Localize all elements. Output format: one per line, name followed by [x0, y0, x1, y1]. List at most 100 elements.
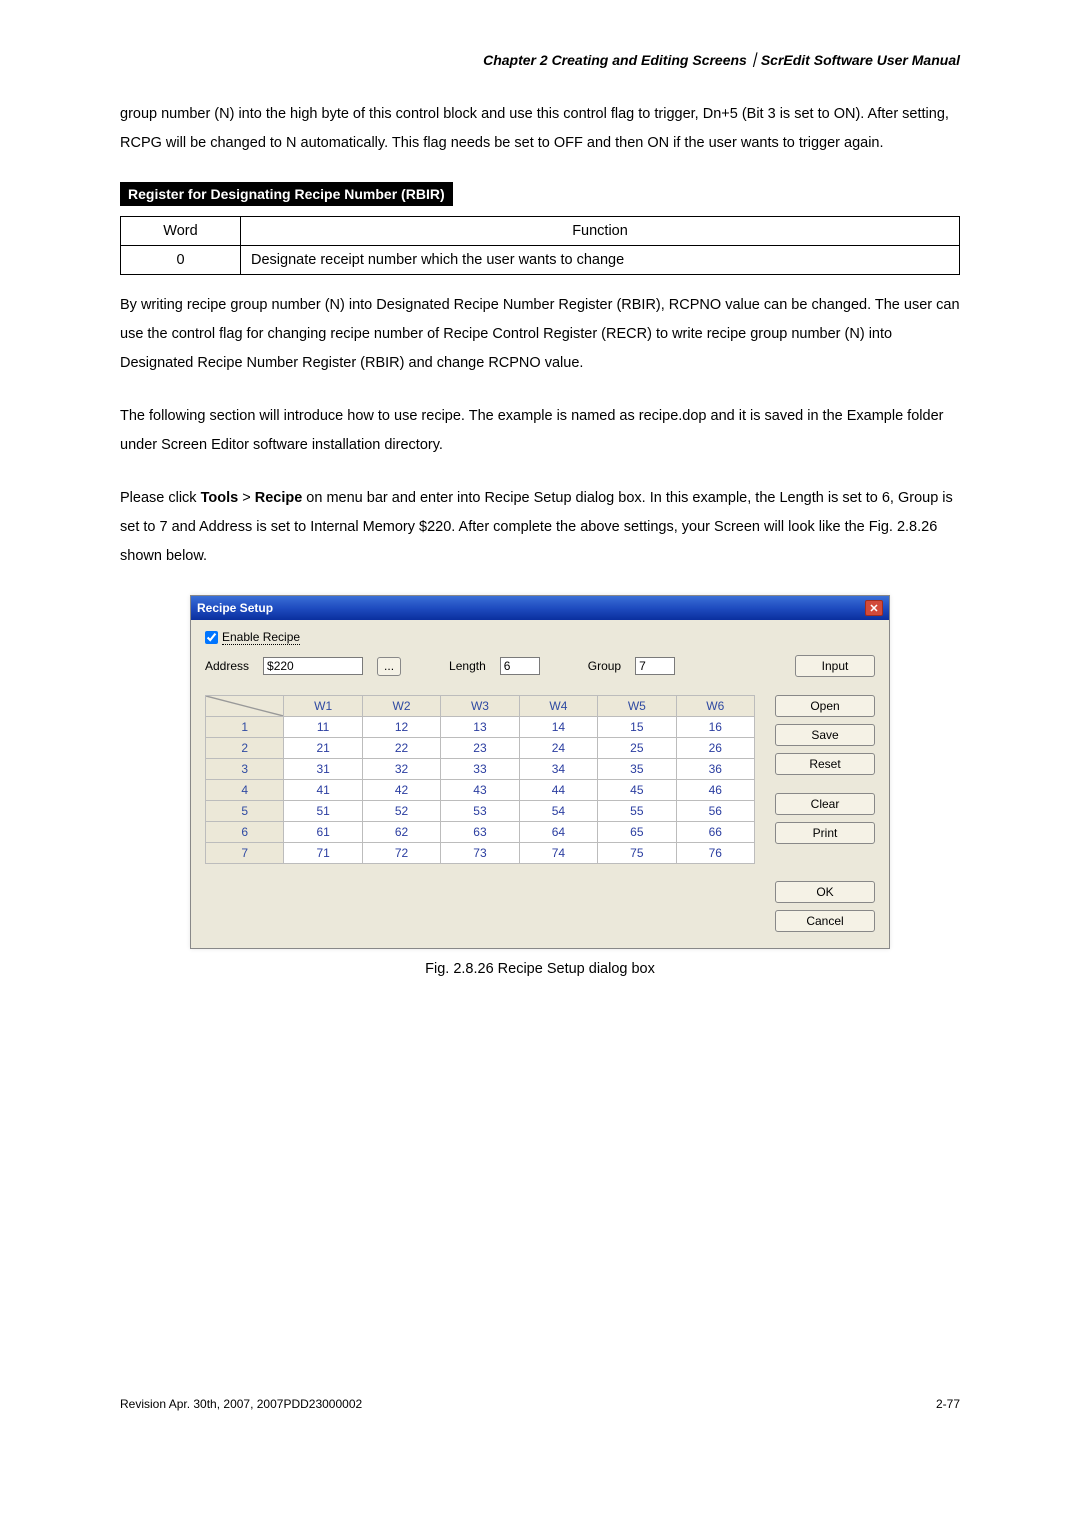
grid-cell[interactable]: 61 [284, 822, 362, 843]
grid-cell[interactable]: 56 [676, 801, 754, 822]
grid-cell[interactable]: 55 [598, 801, 676, 822]
close-button[interactable]: ✕ [865, 600, 883, 616]
grid-row: 6616263646566 [206, 822, 755, 843]
grid-cell[interactable]: 76 [676, 843, 754, 864]
dialog-title: Recipe Setup [197, 601, 273, 615]
grid-cell[interactable]: 13 [441, 717, 519, 738]
grid-cell[interactable]: 12 [362, 717, 440, 738]
grid-row-h: 3 [206, 759, 284, 780]
grid-col-h: W3 [441, 696, 519, 717]
section-title: Register for Designating Recipe Number (… [120, 182, 453, 206]
grid-cell[interactable]: 53 [441, 801, 519, 822]
grid-cell[interactable]: 35 [598, 759, 676, 780]
grid-cell[interactable]: 66 [676, 822, 754, 843]
p4-sep: > [238, 490, 255, 506]
address-input[interactable] [263, 657, 363, 675]
grid-cell[interactable]: 46 [676, 780, 754, 801]
p4-pre: Please click [120, 490, 201, 506]
enable-recipe-label: Enable Recipe [222, 630, 300, 645]
grid-cell[interactable]: 65 [598, 822, 676, 843]
grid-row-h: 6 [206, 822, 284, 843]
grid-cell[interactable]: 16 [676, 717, 754, 738]
length-label: Length [449, 659, 486, 673]
footer-revision: Revision Apr. 30th, 2007, 2007PDD2300000… [120, 1397, 362, 1411]
close-icon: ✕ [869, 602, 878, 615]
grid-cell[interactable]: 21 [284, 738, 362, 759]
open-button[interactable]: Open [775, 695, 875, 717]
clear-button[interactable]: Clear [775, 793, 875, 815]
grid-row: 1111213141516 [206, 717, 755, 738]
grid-cell[interactable]: 74 [519, 843, 597, 864]
grid-cell[interactable]: 25 [598, 738, 676, 759]
grid-row-h: 5 [206, 801, 284, 822]
grid-cell[interactable]: 73 [441, 843, 519, 864]
cell-function: Designate receipt number which the user … [241, 246, 960, 275]
grid-cell[interactable]: 75 [598, 843, 676, 864]
dialog-titlebar: Recipe Setup ✕ [191, 596, 889, 620]
grid-cell[interactable]: 43 [441, 780, 519, 801]
paragraph-2: By writing recipe group number (N) into … [120, 291, 960, 378]
save-button[interactable]: Save [775, 724, 875, 746]
grid-row: 2212223242526 [206, 738, 755, 759]
grid-cell[interactable]: 26 [676, 738, 754, 759]
recipe-setup-dialog: Recipe Setup ✕ Enable Recipe Address ...… [190, 595, 890, 949]
page-header: Chapter 2 Creating and Editing Screens｜S… [120, 50, 960, 70]
p4-tools: Tools [201, 490, 239, 506]
grid-cell[interactable]: 33 [441, 759, 519, 780]
grid-cell[interactable]: 22 [362, 738, 440, 759]
grid-cell[interactable]: 45 [598, 780, 676, 801]
grid-cell[interactable]: 63 [441, 822, 519, 843]
grid-cell[interactable]: 11 [284, 717, 362, 738]
p4-recipe: Recipe [255, 490, 303, 506]
grid-row: 3313233343536 [206, 759, 755, 780]
grid-col-h: W6 [676, 696, 754, 717]
grid-cell[interactable]: 54 [519, 801, 597, 822]
grid-corner [206, 696, 284, 717]
grid-col-h: W5 [598, 696, 676, 717]
grid-row-h: 1 [206, 717, 284, 738]
table-row: 0 Designate receipt number which the use… [121, 246, 960, 275]
grid-row: 5515253545556 [206, 801, 755, 822]
grid-cell[interactable]: 14 [519, 717, 597, 738]
group-input[interactable] [635, 657, 675, 675]
grid-cell[interactable]: 51 [284, 801, 362, 822]
enable-recipe-checkbox[interactable] [205, 631, 218, 644]
grid-cell[interactable]: 62 [362, 822, 440, 843]
grid-cell[interactable]: 32 [362, 759, 440, 780]
grid-cell[interactable]: 31 [284, 759, 362, 780]
grid-cell[interactable]: 23 [441, 738, 519, 759]
grid-cell[interactable]: 52 [362, 801, 440, 822]
table-header-word: Word [121, 217, 241, 246]
figure-caption: Fig. 2.8.26 Recipe Setup dialog box [120, 961, 960, 977]
grid-cell[interactable]: 36 [676, 759, 754, 780]
length-input[interactable] [500, 657, 540, 675]
grid-cell[interactable]: 24 [519, 738, 597, 759]
word-function-table: Word Function 0 Designate receipt number… [120, 216, 960, 275]
grid-cell[interactable]: 34 [519, 759, 597, 780]
grid-row-h: 4 [206, 780, 284, 801]
group-label: Group [588, 659, 621, 673]
grid-cell[interactable]: 64 [519, 822, 597, 843]
input-button[interactable]: Input [795, 655, 875, 677]
address-label: Address [205, 659, 249, 673]
grid-cell[interactable]: 15 [598, 717, 676, 738]
cancel-button[interactable]: Cancel [775, 910, 875, 932]
grid-col-h: W2 [362, 696, 440, 717]
paragraph-3: The following section will introduce how… [120, 402, 960, 460]
grid-cell[interactable]: 41 [284, 780, 362, 801]
grid-cell[interactable]: 71 [284, 843, 362, 864]
recipe-grid[interactable]: W1 W2 W3 W4 W5 W6 1111213141516 22122232… [205, 695, 755, 864]
reset-button[interactable]: Reset [775, 753, 875, 775]
address-browse-button[interactable]: ... [377, 657, 401, 676]
print-button[interactable]: Print [775, 822, 875, 844]
paragraph-1: group number (N) into the high byte of t… [120, 100, 960, 158]
grid-cell[interactable]: 72 [362, 843, 440, 864]
ok-button[interactable]: OK [775, 881, 875, 903]
grid-col-h: W1 [284, 696, 362, 717]
grid-row-h: 7 [206, 843, 284, 864]
grid-cell[interactable]: 44 [519, 780, 597, 801]
grid-cell[interactable]: 42 [362, 780, 440, 801]
grid-row: 4414243444546 [206, 780, 755, 801]
paragraph-4: Please click Tools > Recipe on menu bar … [120, 484, 960, 571]
footer-page-number: 2-77 [936, 1397, 960, 1411]
